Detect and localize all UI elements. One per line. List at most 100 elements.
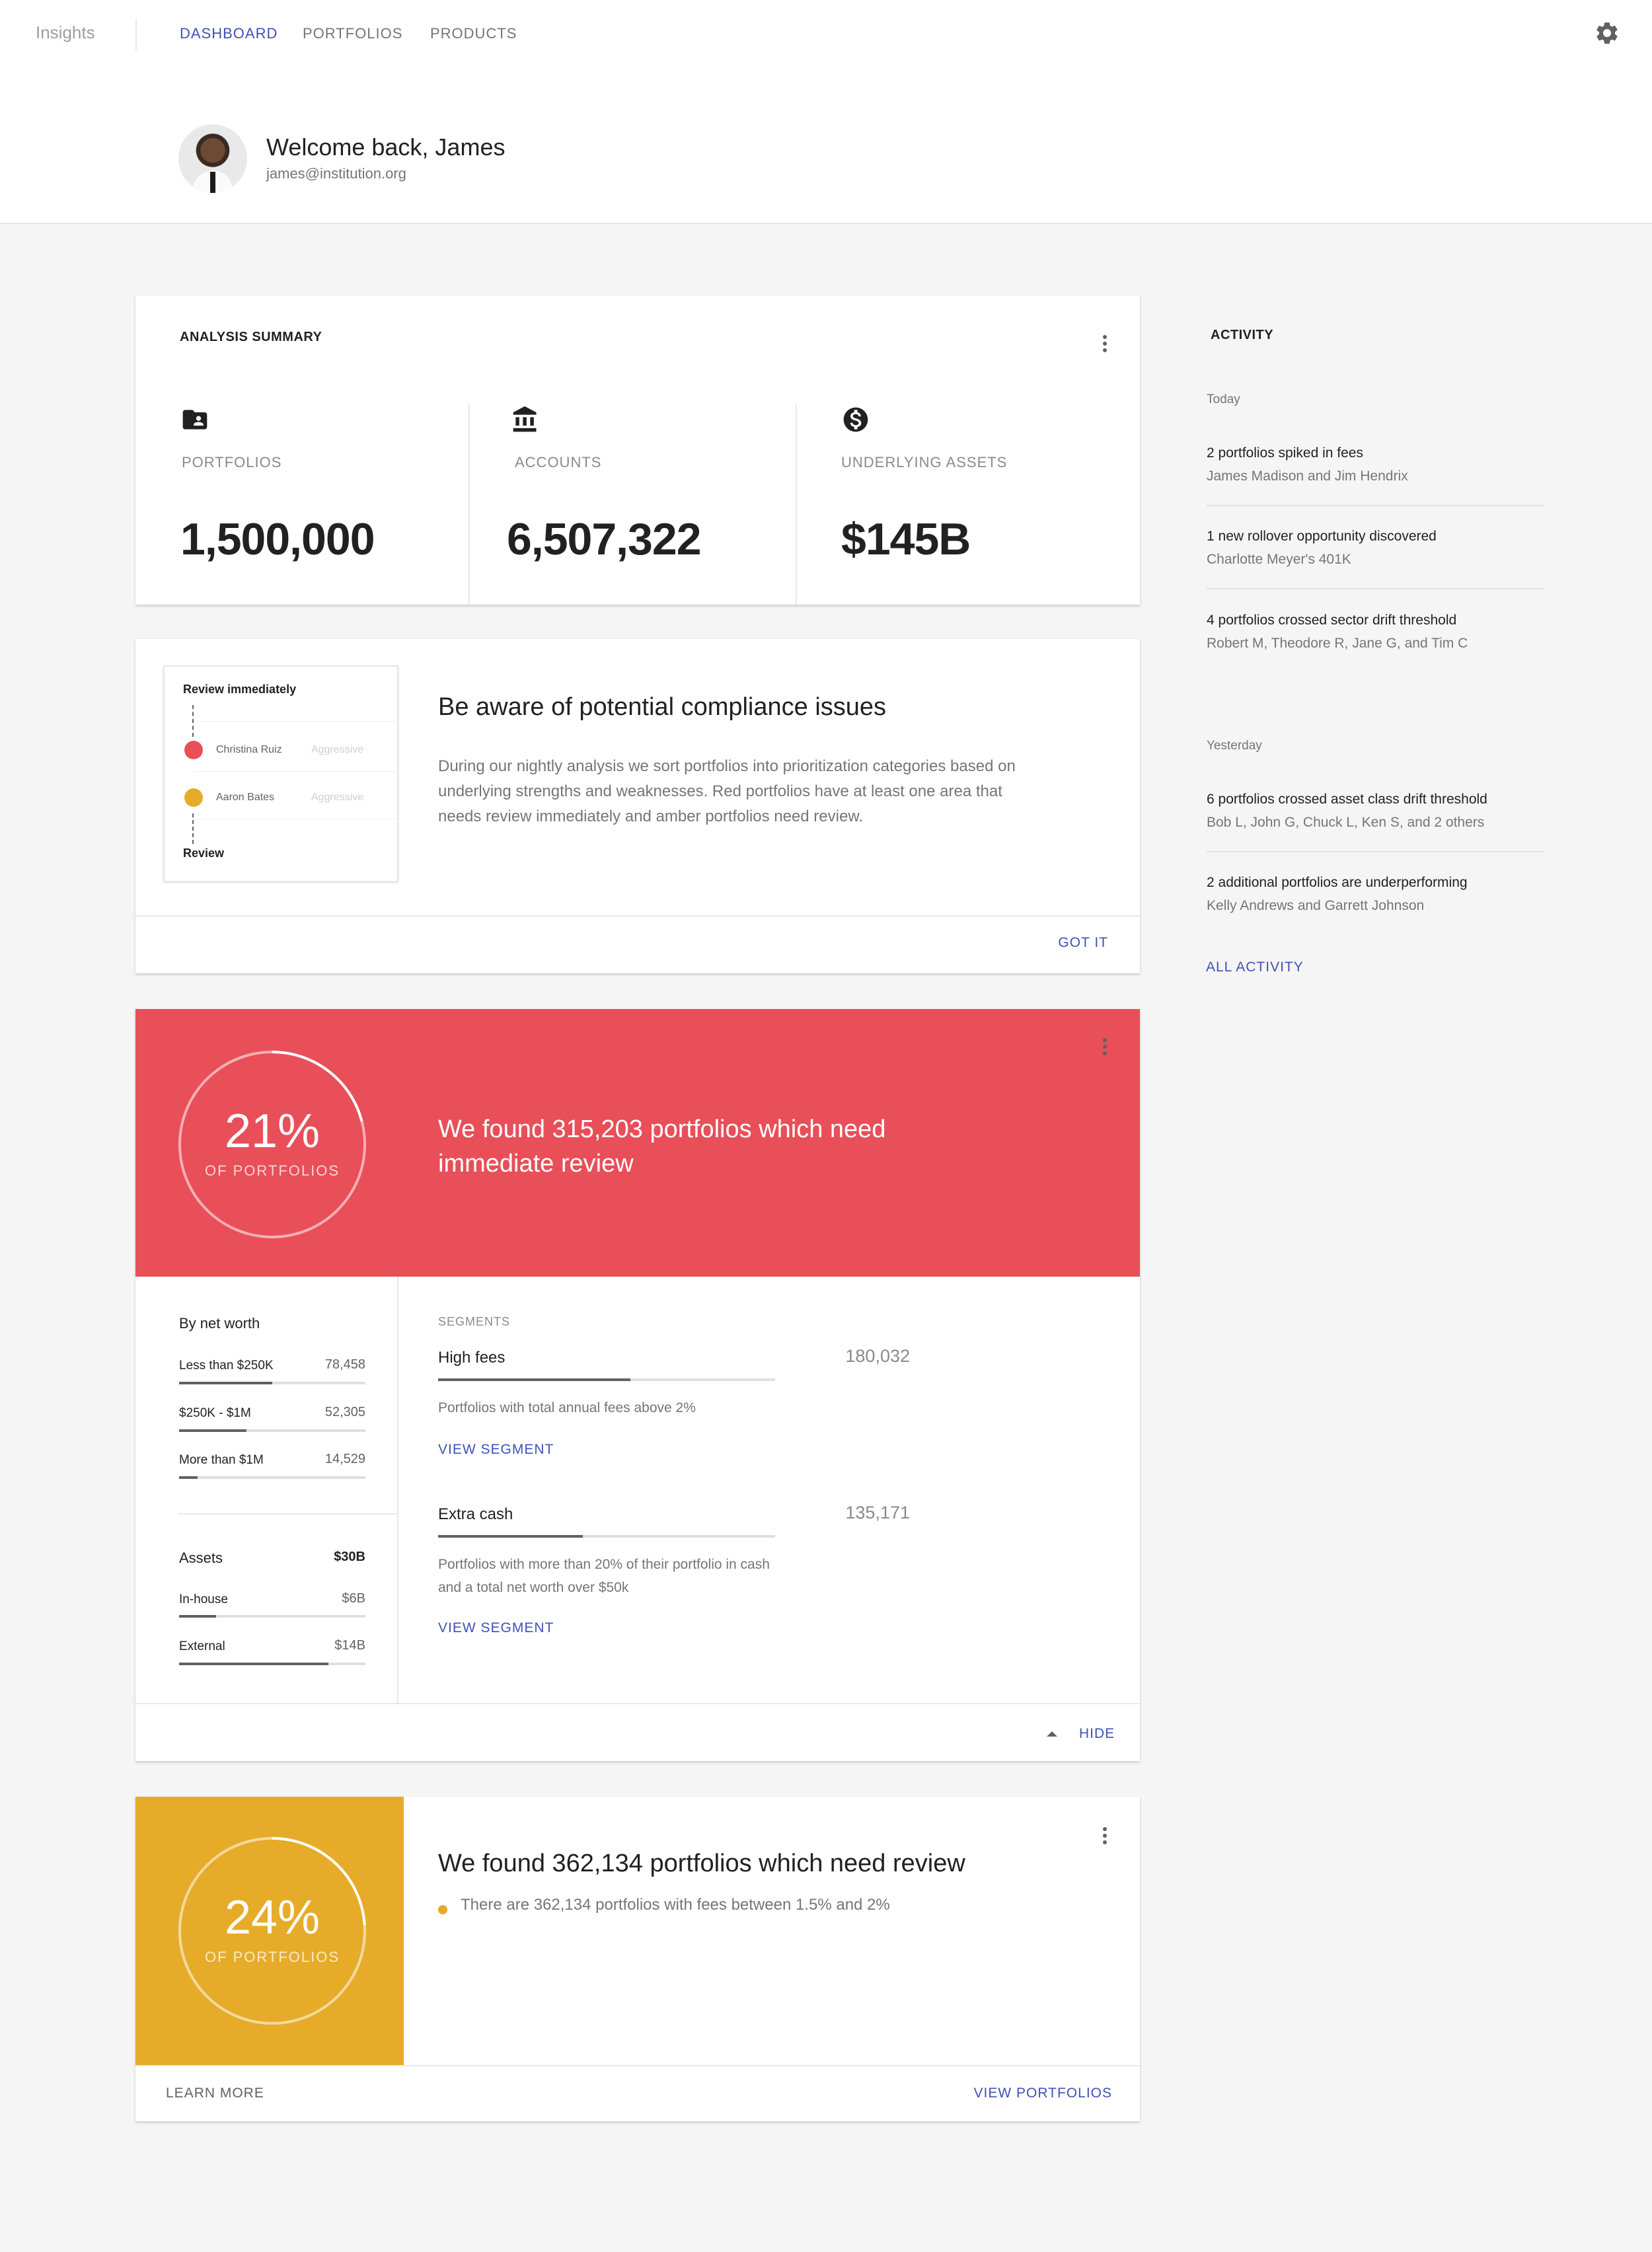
- activity-item-subtitle: Bob L, John G, Chuck L, Ken S, and 2 oth…: [1207, 815, 1485, 830]
- activity-item-title[interactable]: 1 new rollover opportunity discovered: [1207, 529, 1437, 544]
- immediate-more-icon[interactable]: [1103, 1038, 1108, 1058]
- got-it-button[interactable]: GOT IT: [1058, 935, 1108, 951]
- segment-name: High fees: [438, 1349, 506, 1367]
- card-footer-divider: [135, 2065, 1140, 2066]
- illustration-row-tag: Aggressive: [311, 792, 364, 803]
- segment-description: Portfolios with more than 20% of their p…: [438, 1557, 770, 1595]
- assets-total: $30B: [334, 1550, 365, 1564]
- compliance-card: Review immediately Christina Ruiz Aggres…: [135, 639, 1140, 973]
- row-value: 78,458: [324, 1357, 365, 1372]
- row-label: More than $1M: [179, 1453, 264, 1467]
- compliance-description: During our nightly analysis we sort port…: [438, 757, 1016, 825]
- user-avatar[interactable]: [178, 124, 247, 193]
- row-label: Less than $250K: [179, 1359, 274, 1372]
- activity-item-subtitle: Charlotte Meyer's 401K: [1207, 552, 1351, 567]
- illustration-divider: [194, 771, 396, 772]
- review-title: We found 362,134 portfolios which need r…: [438, 1850, 965, 1877]
- nav-products[interactable]: PRODUCTS: [430, 25, 517, 42]
- review-bullet-text: There are 362,134 portfolios with fees b…: [461, 1896, 890, 1914]
- view-segment-high-fees-button[interactable]: VIEW SEGMENT: [438, 1442, 554, 1458]
- row-bar: [179, 1663, 365, 1665]
- row-bar-fill: [179, 1476, 198, 1479]
- activity-item-title[interactable]: 4 portfolios crossed sector drift thresh…: [1207, 613, 1456, 628]
- illustration-row-tag: Aggressive: [311, 744, 364, 755]
- stat-label: UNDERLYING ASSETS: [841, 454, 1008, 470]
- segment-description: Portfolios with total annual fees above …: [438, 1400, 696, 1415]
- activity-item-subtitle: Kelly Andrews and Garrett Johnson: [1207, 898, 1425, 913]
- welcome-message: Welcome back, James: [266, 133, 506, 161]
- dollar-circle-icon: [843, 407, 868, 432]
- row-bar-fill: [179, 1663, 328, 1665]
- percent-label: OF PORTFOLIOS: [204, 1162, 340, 1179]
- illustration-connector: [192, 813, 194, 844]
- stat-value: $145B: [841, 514, 971, 564]
- stat-divider: [796, 404, 797, 605]
- app-brand[interactable]: Insights: [36, 22, 95, 43]
- row-value: 52,305: [324, 1405, 365, 1419]
- illustration-row-name: Christina Ruiz: [216, 744, 282, 755]
- percent-value: 21%: [224, 1105, 320, 1158]
- analysis-summary-card: ANALYSIS SUMMARY PORTFOLIOS 1,500,000 AC…: [135, 295, 1140, 605]
- hide-button[interactable]: HIDE: [1079, 1726, 1115, 1742]
- amber-bullet-icon: [438, 1905, 447, 1914]
- view-portfolios-button[interactable]: VIEW PORTFOLIOS: [974, 2085, 1112, 2101]
- immediate-percent-ring: 21% OF PORTFOLIOS: [178, 1050, 367, 1239]
- amber-status-dot: [184, 788, 203, 807]
- review-more-icon[interactable]: [1103, 1827, 1108, 1847]
- segment-bar-fill: [438, 1535, 583, 1538]
- row-bar: [179, 1429, 365, 1432]
- row-bar: [179, 1476, 365, 1479]
- immediate-review-card: 21% OF PORTFOLIOS We found 315,203 portf…: [135, 1009, 1140, 1761]
- segment-bar: [438, 1535, 775, 1538]
- learn-more-button[interactable]: LEARN MORE: [166, 2085, 264, 2101]
- activity-divider: [1207, 505, 1545, 506]
- segment-name: Extra cash: [438, 1505, 513, 1523]
- stat-portfolios: PORTFOLIOS 1,500,000: [180, 295, 465, 564]
- percent-value: 24%: [224, 1891, 320, 1944]
- collapse-arrow-icon[interactable]: [1045, 1729, 1059, 1739]
- activity-item-title[interactable]: 2 additional portfolios are underperform…: [1207, 875, 1468, 891]
- stat-value: 6,507,322: [507, 514, 702, 564]
- illustration-review-immediately: Review immediately: [183, 683, 297, 696]
- card-footer-divider: [135, 1703, 1140, 1704]
- illustration-divider: [194, 721, 396, 722]
- row-label: In-house: [179, 1593, 228, 1606]
- activity-item-title[interactable]: 2 portfolios spiked in fees: [1207, 445, 1363, 461]
- all-activity-link[interactable]: ALL ACTIVITY: [1206, 959, 1304, 975]
- breakdown-divider: [178, 1513, 397, 1515]
- stat-accounts: ACCOUNTS 6,507,322: [507, 295, 791, 564]
- segment-bar: [438, 1378, 775, 1381]
- illustration-row-name: Aaron Bates: [216, 792, 275, 803]
- row-value: 14,529: [324, 1452, 365, 1466]
- activity-item-title[interactable]: 6 portfolios crossed asset class drift t…: [1207, 792, 1487, 807]
- nav-dashboard[interactable]: DASHBOARD: [180, 25, 278, 42]
- stat-divider: [469, 404, 470, 605]
- activity-day: Yesterday: [1207, 739, 1262, 753]
- nav-portfolios[interactable]: PORTFOLIOS: [303, 25, 402, 42]
- row-value: $6B: [342, 1591, 365, 1606]
- illustration-review: Review: [183, 846, 225, 860]
- row-label: External: [179, 1639, 225, 1653]
- portfolio-folder-icon: [182, 410, 207, 430]
- segment-value: 180,032: [845, 1346, 910, 1366]
- row-bar-fill: [179, 1429, 246, 1432]
- activity-day: Today: [1207, 393, 1240, 406]
- activity-divider: [1207, 851, 1545, 852]
- segment-value: 135,171: [845, 1503, 910, 1522]
- settings-gear-icon[interactable]: [1594, 20, 1620, 46]
- top-bar: Insights DASHBOARD PORTFOLIOS PRODUCTS W…: [0, 0, 1652, 224]
- percent-label: OF PORTFOLIOS: [204, 1949, 340, 1965]
- row-bar-fill: [179, 1382, 272, 1384]
- breakdown-panel: By net worth Less than $250K 78,458 $250…: [135, 1277, 398, 1703]
- row-bar: [179, 1615, 365, 1618]
- assets-title: Assets: [179, 1550, 223, 1566]
- activity-divider: [1207, 588, 1545, 589]
- segments-heading: SEGMENTS: [438, 1315, 511, 1328]
- prioritization-illustration: Review immediately Christina Ruiz Aggres…: [163, 665, 398, 882]
- view-segment-extra-cash-button[interactable]: VIEW SEGMENT: [438, 1620, 554, 1636]
- activity-item-subtitle: James Madison and Jim Hendrix: [1207, 469, 1408, 484]
- user-email: james@institution.org: [266, 165, 406, 182]
- card-footer-divider: [135, 915, 1140, 917]
- stat-label: ACCOUNTS: [515, 454, 602, 470]
- red-status-dot: [184, 741, 203, 759]
